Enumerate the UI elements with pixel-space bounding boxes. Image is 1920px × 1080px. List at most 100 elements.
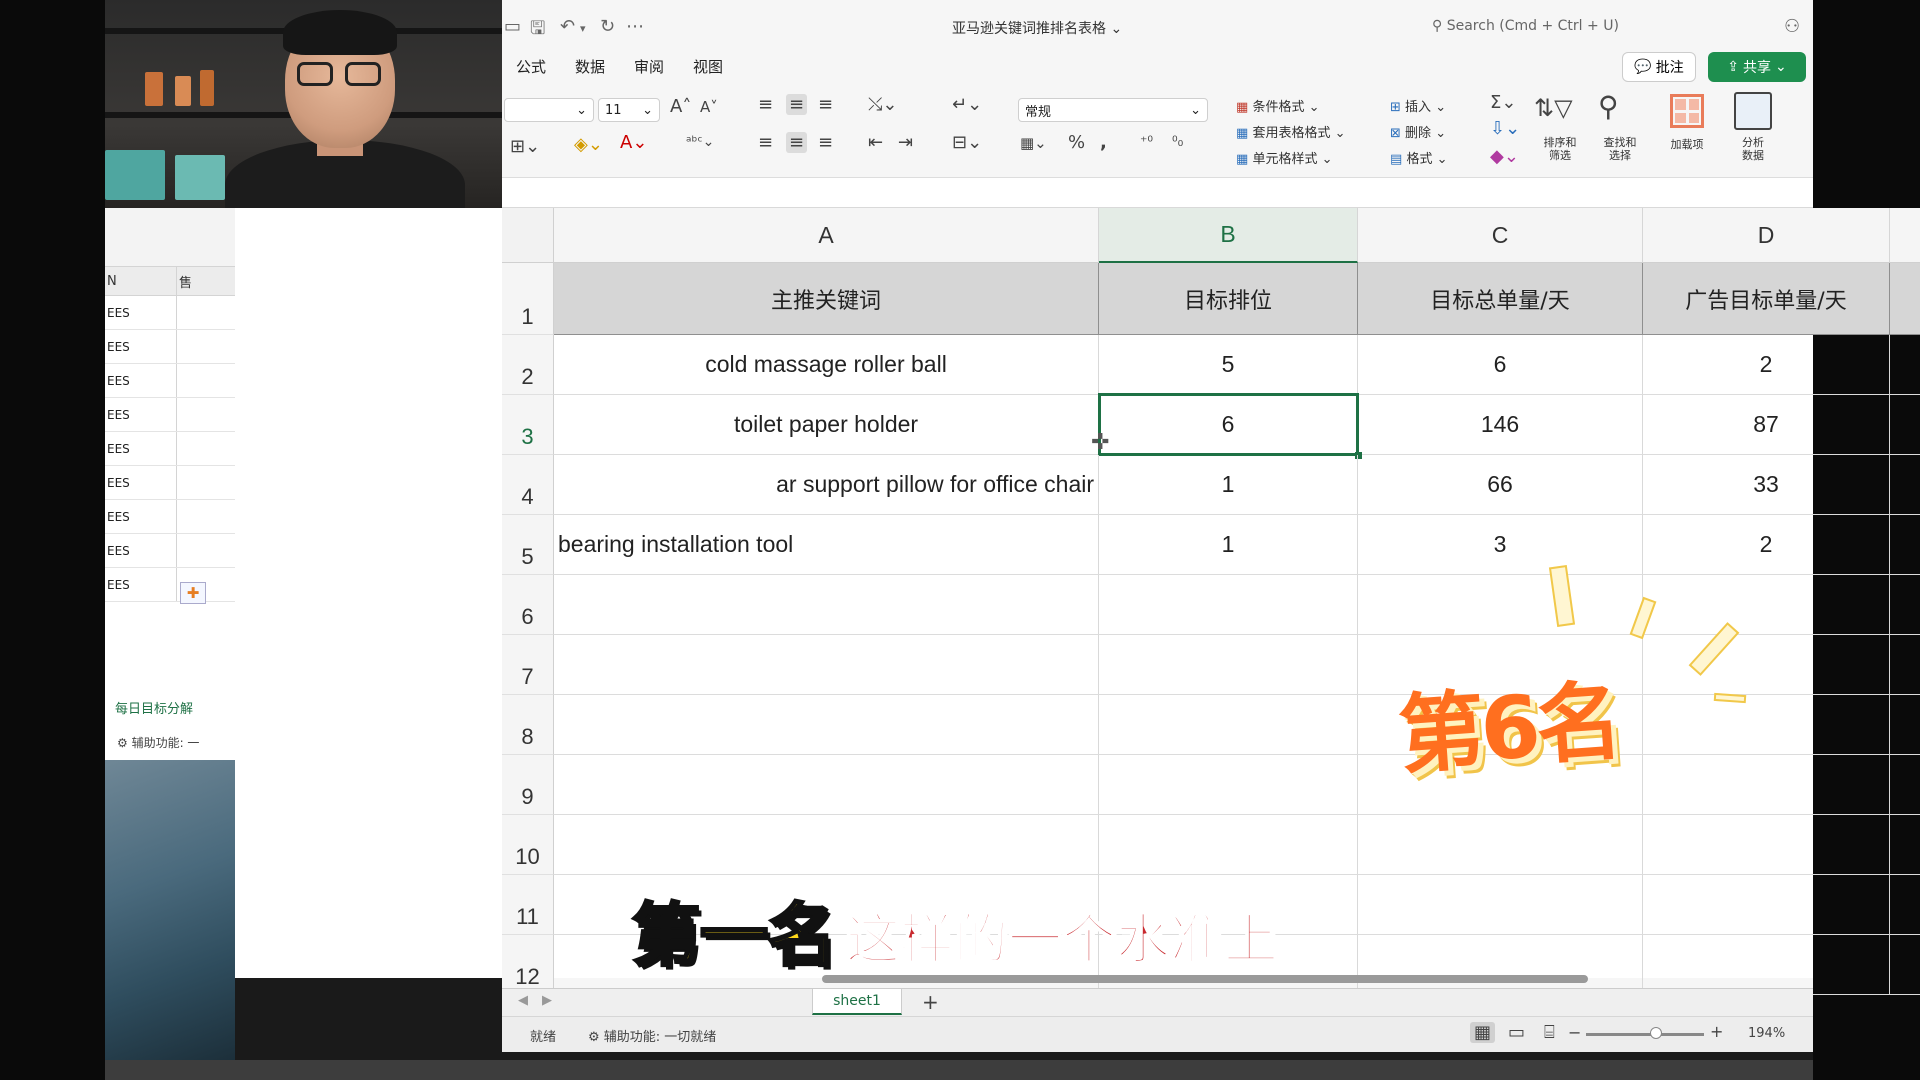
borders-icon[interactable]: ⊞⌄ — [510, 136, 540, 157]
zoom-in-icon[interactable]: + — [1710, 1022, 1723, 1041]
table-cell[interactable] — [1358, 815, 1643, 875]
table-cell[interactable] — [1099, 575, 1358, 635]
background-excel-window[interactable]: N 售 EES EES EES EES EES EES EES EES EES ✚ 每日目标分解… — [105, 208, 245, 760]
left-cell[interactable]: EES — [105, 432, 177, 465]
formula-bar[interactable] — [502, 178, 1813, 208]
table-cell[interactable]: 3 — [1358, 515, 1643, 575]
table-header-cell[interactable]: 广告目标单量/天 — [1643, 263, 1890, 335]
fill-icon[interactable]: ⇩⌄ — [1490, 118, 1520, 139]
left-cell[interactable]: EES — [105, 364, 177, 397]
left-sheet-tab[interactable]: 每日目标分解 — [115, 698, 193, 717]
increase-font-icon[interactable]: A˄ — [670, 96, 691, 117]
left-cell[interactable] — [177, 330, 179, 363]
cell-style-button[interactable]: ▦ 单元格样式 ⌄ — [1236, 148, 1332, 167]
font-name-select[interactable]: ⌄ — [504, 98, 594, 122]
table-cell[interactable] — [1099, 755, 1358, 815]
row-header-8[interactable]: 8 — [502, 695, 554, 755]
left-table-row[interactable]: EES — [105, 432, 244, 466]
undo-dropdown-icon[interactable]: ▾ — [580, 22, 586, 35]
table-cell[interactable]: 6 — [1358, 335, 1643, 395]
row-header-3[interactable]: 3 — [502, 395, 554, 455]
align-left-icon[interactable]: ≡ — [758, 132, 773, 153]
normal-view-icon[interactable]: ▦ — [1470, 1022, 1496, 1043]
left-table-row[interactable]: EES — [105, 296, 244, 330]
share-button[interactable]: ⇪ 共享 ⌄ — [1708, 52, 1806, 82]
menu-formulas[interactable]: 公式 — [516, 56, 546, 77]
orientation-icon[interactable]: ⤯⌄ — [868, 94, 897, 115]
table-cell[interactable] — [1890, 875, 1920, 935]
table-cell[interactable] — [1890, 575, 1920, 635]
table-cell[interactable]: 20% — [1890, 455, 1920, 515]
align-center-icon[interactable]: ≡ — [786, 132, 808, 153]
analyze-data-icon[interactable] — [1734, 92, 1772, 130]
table-cell[interactable] — [554, 695, 1099, 755]
table-cell[interactable] — [1099, 695, 1358, 755]
table-cell[interactable] — [1643, 755, 1890, 815]
sort-filter-icon[interactable]: ⇅▽ — [1534, 94, 1573, 122]
zoom-level[interactable]: 194% — [1748, 1026, 1785, 1041]
row-header-9[interactable]: 9 — [502, 755, 554, 815]
table-cell[interactable] — [554, 575, 1099, 635]
left-cell[interactable] — [177, 534, 179, 567]
redo-icon[interactable]: ↻ — [600, 16, 615, 37]
left-cell[interactable] — [177, 500, 179, 533]
left-table-row[interactable]: EES — [105, 364, 244, 398]
next-sheet-icon[interactable]: ▶ — [542, 993, 552, 1008]
left-cell[interactable] — [177, 398, 179, 431]
page-break-icon[interactable]: ⌸ — [1544, 1022, 1555, 1043]
more-icon[interactable]: ⋯ — [626, 16, 644, 37]
row-header-11[interactable]: 11 — [502, 875, 554, 935]
save-as-icon[interactable]: 🖫 — [530, 16, 545, 46]
left-cell[interactable]: EES — [105, 500, 177, 533]
row-header-12[interactable]: 12 — [502, 935, 554, 995]
find-select-icon[interactable]: ⚲ — [1598, 90, 1619, 123]
format-button[interactable]: ▤ 格式 ⌄ — [1390, 148, 1447, 167]
table-cell[interactable]: 87 — [1643, 395, 1890, 455]
table-cell[interactable]: bearing installation tool — [554, 515, 1099, 575]
fill-color-icon[interactable]: ◈⌄ — [574, 134, 603, 155]
left-cell[interactable]: EES — [105, 296, 177, 329]
table-cell[interactable] — [1643, 635, 1890, 695]
zoom-slider-thumb[interactable] — [1650, 1027, 1662, 1039]
sheet-tab[interactable]: sheet1 — [812, 989, 902, 1015]
horizontal-scrollbar[interactable] — [822, 975, 1588, 983]
left-cell[interactable] — [177, 466, 179, 499]
table-cell[interactable]: 6 — [1099, 395, 1358, 455]
align-right-icon[interactable]: ≡ — [818, 132, 833, 153]
comment-button[interactable]: 💬 批注 — [1622, 52, 1696, 82]
find-select-label[interactable]: 查找和 选择 — [1592, 136, 1648, 162]
table-cell[interactable]: 2 — [1643, 335, 1890, 395]
table-cell[interactable] — [1643, 695, 1890, 755]
table-cell[interactable] — [554, 815, 1099, 875]
left-table-row[interactable]: EES — [105, 466, 244, 500]
column-header-d[interactable]: D — [1643, 208, 1890, 263]
clear-icon[interactable]: ◆⌄ — [1490, 146, 1519, 167]
table-header-cell[interactable]: 广告转化率 — [1890, 263, 1920, 335]
search-box[interactable]: ⚲ Search (Cmd + Ctrl + U) — [1432, 18, 1619, 34]
left-cell[interactable] — [177, 568, 179, 601]
left-cell[interactable]: EES — [105, 534, 177, 567]
page-layout-icon[interactable]: ▭ — [1508, 1022, 1525, 1043]
left-cell[interactable]: EES — [105, 398, 177, 431]
table-cell[interactable] — [1099, 815, 1358, 875]
row-header-5[interactable]: 5 — [502, 515, 554, 575]
left-cell[interactable] — [177, 364, 179, 397]
left-table-row[interactable]: EES — [105, 330, 244, 364]
table-format-button[interactable]: ▦ 套用表格格式 ⌄ — [1236, 122, 1345, 141]
percent-icon[interactable]: % — [1068, 132, 1085, 153]
document-title[interactable]: 亚马逊关键词推排名表格 ⌄ — [952, 18, 1122, 38]
table-cell[interactable]: 2 — [1643, 515, 1890, 575]
delete-button[interactable]: ⊠ 删除 ⌄ — [1390, 122, 1446, 141]
table-cell[interactable] — [1890, 695, 1920, 755]
table-cell[interactable] — [1643, 935, 1890, 995]
table-cell[interactable]: 5 — [1099, 335, 1358, 395]
table-cell[interactable]: cold massage roller ball — [554, 335, 1099, 395]
left-cell[interactable] — [177, 296, 179, 329]
table-header-cell[interactable]: 目标排位 — [1099, 263, 1358, 335]
menu-view[interactable]: 视图 — [693, 56, 723, 77]
insert-button[interactable]: ⊞ 插入 ⌄ — [1390, 96, 1446, 115]
table-cell[interactable]: ar support pillow for office chair — [554, 455, 1099, 515]
table-cell[interactable] — [1890, 755, 1920, 815]
table-cell[interactable] — [1643, 575, 1890, 635]
font-size-select[interactable]: 11 ⌄ — [598, 98, 660, 122]
